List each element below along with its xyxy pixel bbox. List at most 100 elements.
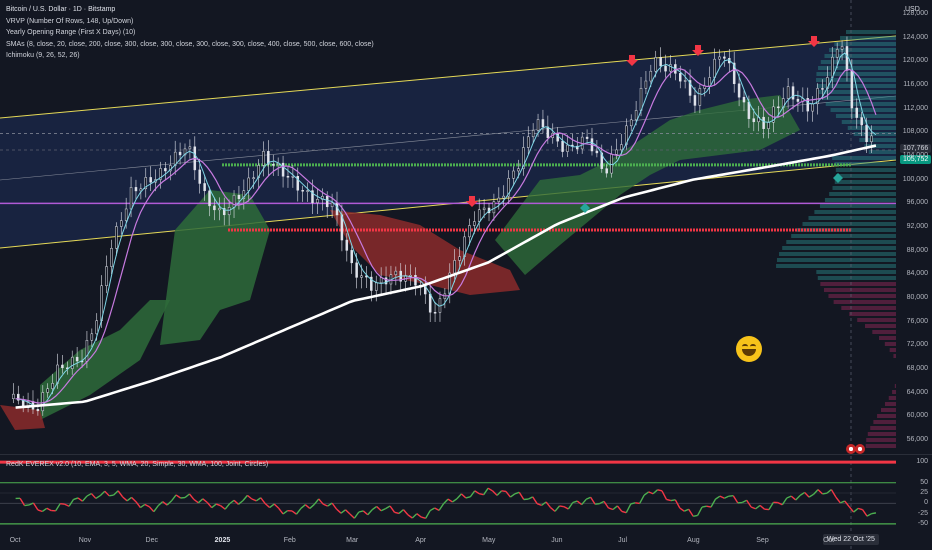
time-axis-tick: Sep [756,537,769,544]
candle-body [345,239,349,251]
candle-body [860,117,863,126]
panel-separator [0,454,932,455]
osc-segment [41,507,48,513]
time-axis-tick: Oct [823,537,835,544]
osc-segment [781,497,788,506]
candle-body [46,388,49,393]
osc-segment [670,499,676,502]
legend-ichimoku[interactable]: Ichimoku (9, 26, 52, 26) [6,50,374,62]
candle-body [693,95,697,106]
legend-smas[interactable]: SMAs (8, close, 20, close, 200, close, 3… [6,39,374,51]
time-axis-tick: Dec [145,537,158,544]
osc-segment [64,503,70,507]
osc-segment [300,504,306,510]
volume-profile-bar [776,264,896,268]
volume-profile-bar [877,414,896,418]
candle-body [414,275,417,286]
volume-profile-bar [779,252,896,256]
osc-segment [19,497,26,506]
osc-segment [215,503,221,507]
osc-segment [595,502,600,505]
osc-segment [184,493,190,499]
osc-segment [238,500,244,505]
candle-body [786,86,790,99]
volume-profile-bar [868,150,896,154]
volume-profile-bar [849,312,896,316]
candle-body [644,80,648,89]
osc-segment [175,494,181,499]
volume-profile-bar [841,306,896,310]
candle-body [316,199,319,203]
osc-segment [732,495,739,504]
candle-body [620,144,623,151]
osc-segment [487,487,493,492]
chart-legend: Bitcoin / U.S. Dollar · 1D · Bitstamp VR… [6,4,374,62]
volume-profile-bar [830,108,896,112]
volume-profile-bar [834,180,896,184]
osc-axis-tick: 25 [920,489,928,496]
osc-segment [679,507,685,512]
osc-segment [483,487,489,496]
osc-segment [77,497,83,502]
candle-body [428,293,432,313]
candle-body [291,176,295,178]
volume-profile-bar [828,294,896,298]
volume-profile-bar [824,198,896,202]
time-axis-tick: Feb [283,537,296,544]
osc-segment [683,508,689,512]
legend-symbol-title[interactable]: Bitcoin / U.S. Dollar · 1D · Bitstamp [6,4,374,16]
osc-segment [367,509,373,516]
volume-profile-bar [865,444,896,448]
osc-segment [666,498,672,502]
candle-body [870,135,873,143]
volume-profile-bar [791,234,896,238]
candle-body [678,73,682,82]
legend-yearly-range[interactable]: Yearly Opening Range (First X Days) (10) [6,27,374,39]
candle-body [502,195,505,199]
candle-body [855,107,859,118]
emoji-mouth [742,349,756,356]
candle-body [497,197,501,202]
osc-segment [260,497,266,505]
grinning-face-icon [736,336,762,362]
osc-segment [416,513,422,518]
price-axis-tick: 64,000 [906,388,928,396]
volume-profile-bar [888,396,896,400]
osc-segment [616,505,623,512]
volume-profile-bar [802,222,896,226]
time-axis-tick: Apr [415,537,427,544]
osc-segment [871,512,877,515]
oscillator-legend[interactable]: RedK EVEREX v2.0 (10, EMA, 3, 5, WMA, 20… [6,461,268,468]
osc-segment [255,497,262,502]
event-flag-icon[interactable] [855,444,865,454]
volume-profile-bar [820,282,896,286]
osc-segment [786,495,792,499]
candle-body [482,207,486,211]
time-axis-tick: Jun [551,537,563,544]
osc-segment [353,511,360,519]
osc-segment [411,513,418,519]
osc-segment [197,498,204,504]
osc-segment [835,496,841,504]
osc-segment [340,509,346,514]
candle-body [517,168,520,172]
legend-vrvp[interactable]: VRVP (Number Of Rows, 148, Up/Down) [6,16,374,28]
osc-segment [639,494,645,504]
candle-body [227,207,231,216]
candle-body [149,177,152,183]
candle-body [208,190,211,207]
volume-profile-bar [823,288,896,292]
volume-profile-bar [866,438,896,442]
osc-segment [608,507,614,511]
osc-segment [527,496,534,500]
candle-body [119,220,123,227]
osc-segment [95,494,101,500]
candle-body [811,103,814,112]
osc-segment [603,500,610,509]
osc-segment [693,514,698,517]
time-axis-tick: Oct [9,537,21,544]
osc-segment [126,496,132,502]
osc-segment [808,493,814,498]
price-axis-tick: 112,000 [903,104,928,112]
candle-body [468,225,471,238]
